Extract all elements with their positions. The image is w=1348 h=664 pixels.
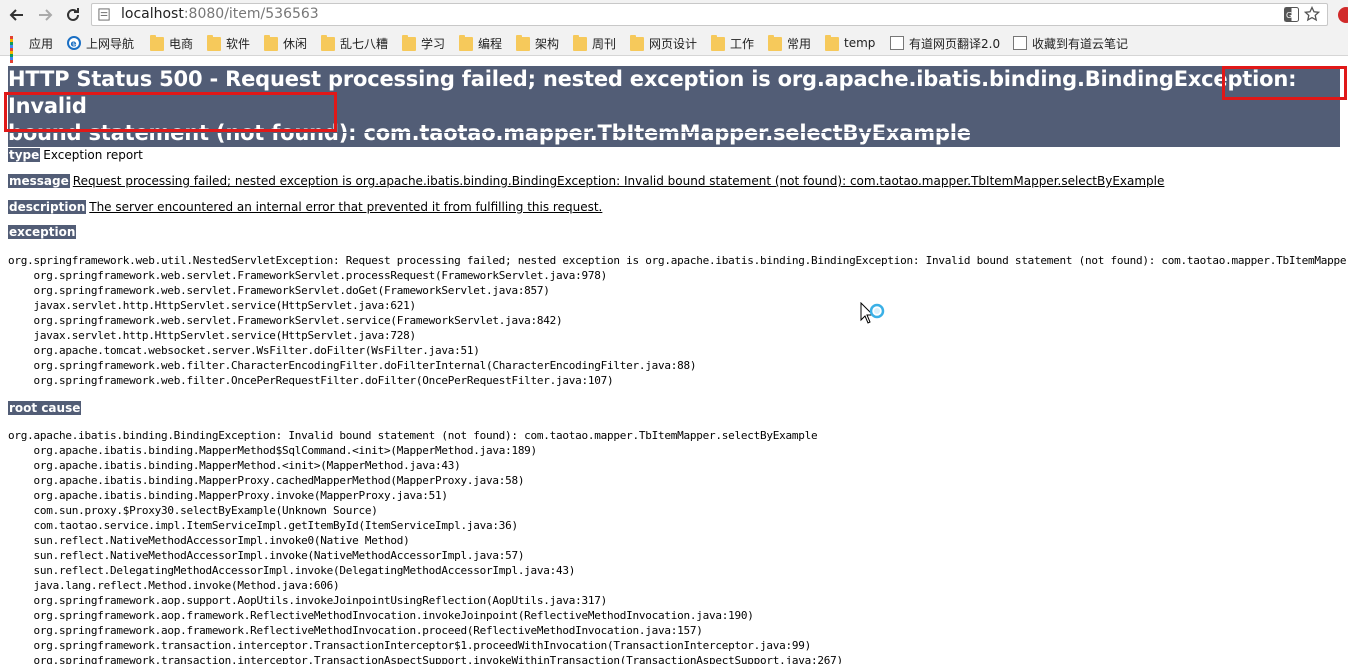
back-button[interactable] <box>6 4 28 26</box>
url-text[interactable]: localhost:8080/item/536563 <box>121 6 319 22</box>
highlight-box-invalid <box>1222 66 1347 100</box>
folder-icon <box>573 35 587 51</box>
folder-icon <box>768 35 782 51</box>
bookmark-label: 上网导航 <box>86 36 135 51</box>
bookmark-label: 周刊 <box>592 36 617 51</box>
bookmark-label: temp <box>844 36 876 50</box>
busy-cursor-icon <box>860 302 885 324</box>
type-row: type Exception report <box>8 148 143 162</box>
bookmark-folder-common[interactable]: 常用 <box>768 34 811 52</box>
bookmark-label: 软件 <box>226 36 251 51</box>
bookmark-label: 编程 <box>478 36 503 51</box>
bookmark-folder-study[interactable]: 学习 <box>402 34 445 52</box>
folder-icon <box>459 35 473 51</box>
bookmark-folder-ecommerce[interactable]: 电商 <box>150 34 193 52</box>
bookmark-apps[interactable]: 应用 <box>10 34 54 63</box>
bookmark-folder-programming[interactable]: 编程 <box>459 34 502 52</box>
exception-heading: exception <box>8 225 79 239</box>
bookmark-label: 收藏到有道云笔记 <box>1032 36 1129 51</box>
type-label: type <box>8 148 41 162</box>
bookmark-folder-architecture[interactable]: 架构 <box>516 34 559 52</box>
bookmark-label: 常用 <box>787 36 812 51</box>
apps-icon <box>10 36 24 63</box>
divider <box>8 132 1340 133</box>
folder-icon <box>630 35 644 51</box>
bookmark-star-icon[interactable] <box>1304 6 1320 22</box>
message-row: message Request processing failed; nested… <box>8 174 1164 188</box>
description-label: description <box>8 200 87 214</box>
folder-icon <box>711 35 725 51</box>
reload-icon <box>67 8 79 21</box>
page-icon <box>890 36 904 50</box>
folder-icon <box>264 35 278 51</box>
type-value: Exception report <box>43 148 143 162</box>
page-icon <box>1013 36 1027 50</box>
bookmark-folder-work[interactable]: 工作 <box>711 34 754 52</box>
root-cause-label: root cause <box>8 401 82 415</box>
svg-text:e: e <box>71 40 77 50</box>
exception-stacktrace: org.springframework.web.util.NestedServl… <box>8 254 1348 387</box>
bookmark-folder-webdesign[interactable]: 网页设计 <box>630 34 697 52</box>
bookmark-folder-temp[interactable]: temp <box>825 34 875 52</box>
highlight-box-bound-statement <box>4 92 337 132</box>
url-host: localhost <box>121 6 184 22</box>
root-cause-heading: root cause <box>8 401 84 415</box>
bookmark-youdao-translate[interactable]: 有道网页翻译2.0 <box>890 34 1000 52</box>
bookmarks-bar: 应用 e 上网导航 电商 软件 休闲 乱七八糟 学习 编程 架构 周刊 网页设计… <box>0 30 1348 63</box>
back-arrow-icon <box>9 9 23 21</box>
folder-icon <box>402 35 416 51</box>
bookmark-folder-leisure[interactable]: 休闲 <box>264 34 307 52</box>
folder-icon <box>321 35 335 51</box>
bookmark-label: 工作 <box>730 36 755 51</box>
message-value: Request processing failed; nested except… <box>72 174 1165 188</box>
bookmark-label: 休闲 <box>283 36 308 51</box>
bookmark-folder-weekly[interactable]: 周刊 <box>573 34 616 52</box>
bookmark-folder-software[interactable]: 软件 <box>207 34 250 52</box>
page-info-icon[interactable] <box>98 8 111 21</box>
translate-icon[interactable]: G <box>1284 7 1299 22</box>
reload-button[interactable] <box>62 4 84 26</box>
extension-icon[interactable] <box>1338 7 1348 23</box>
address-bar[interactable]: localhost:8080/item/536563 G <box>91 3 1328 26</box>
browser-toolbar: localhost:8080/item/536563 G <box>0 0 1348 30</box>
message-label: message <box>8 174 70 188</box>
page-content: HTTP Status 500 - Request processing fai… <box>0 56 1348 664</box>
ie-icon: e <box>67 36 81 50</box>
folder-icon <box>825 35 839 51</box>
forward-arrow-icon <box>39 9 53 21</box>
root-cause-stacktrace: org.apache.ibatis.binding.BindingExcepti… <box>8 429 843 664</box>
bookmark-label: 应用 <box>29 36 54 51</box>
bookmark-label: 学习 <box>421 36 446 51</box>
forward-button[interactable] <box>34 4 56 26</box>
bookmark-label: 网页设计 <box>649 36 698 51</box>
bookmark-youdao-note[interactable]: 收藏到有道云笔记 <box>1013 34 1128 52</box>
folder-icon <box>207 35 221 51</box>
bookmark-label: 电商 <box>169 36 194 51</box>
bookmark-label: 架构 <box>535 36 560 51</box>
exception-label: exception <box>8 225 77 239</box>
folder-icon <box>516 35 530 51</box>
bookmark-label: 有道网页翻译2.0 <box>909 36 1001 51</box>
svg-text:G: G <box>1286 11 1292 20</box>
description-row: description The server encountered an int… <box>8 200 602 214</box>
description-value: The server encountered an internal error… <box>89 200 603 214</box>
bookmark-nav[interactable]: e 上网导航 <box>67 34 134 52</box>
bookmark-folder-misc[interactable]: 乱七八糟 <box>321 34 388 52</box>
url-path: :8080/item/536563 <box>183 6 319 22</box>
bookmark-label: 乱七八糟 <box>340 36 389 51</box>
folder-icon <box>150 35 164 51</box>
